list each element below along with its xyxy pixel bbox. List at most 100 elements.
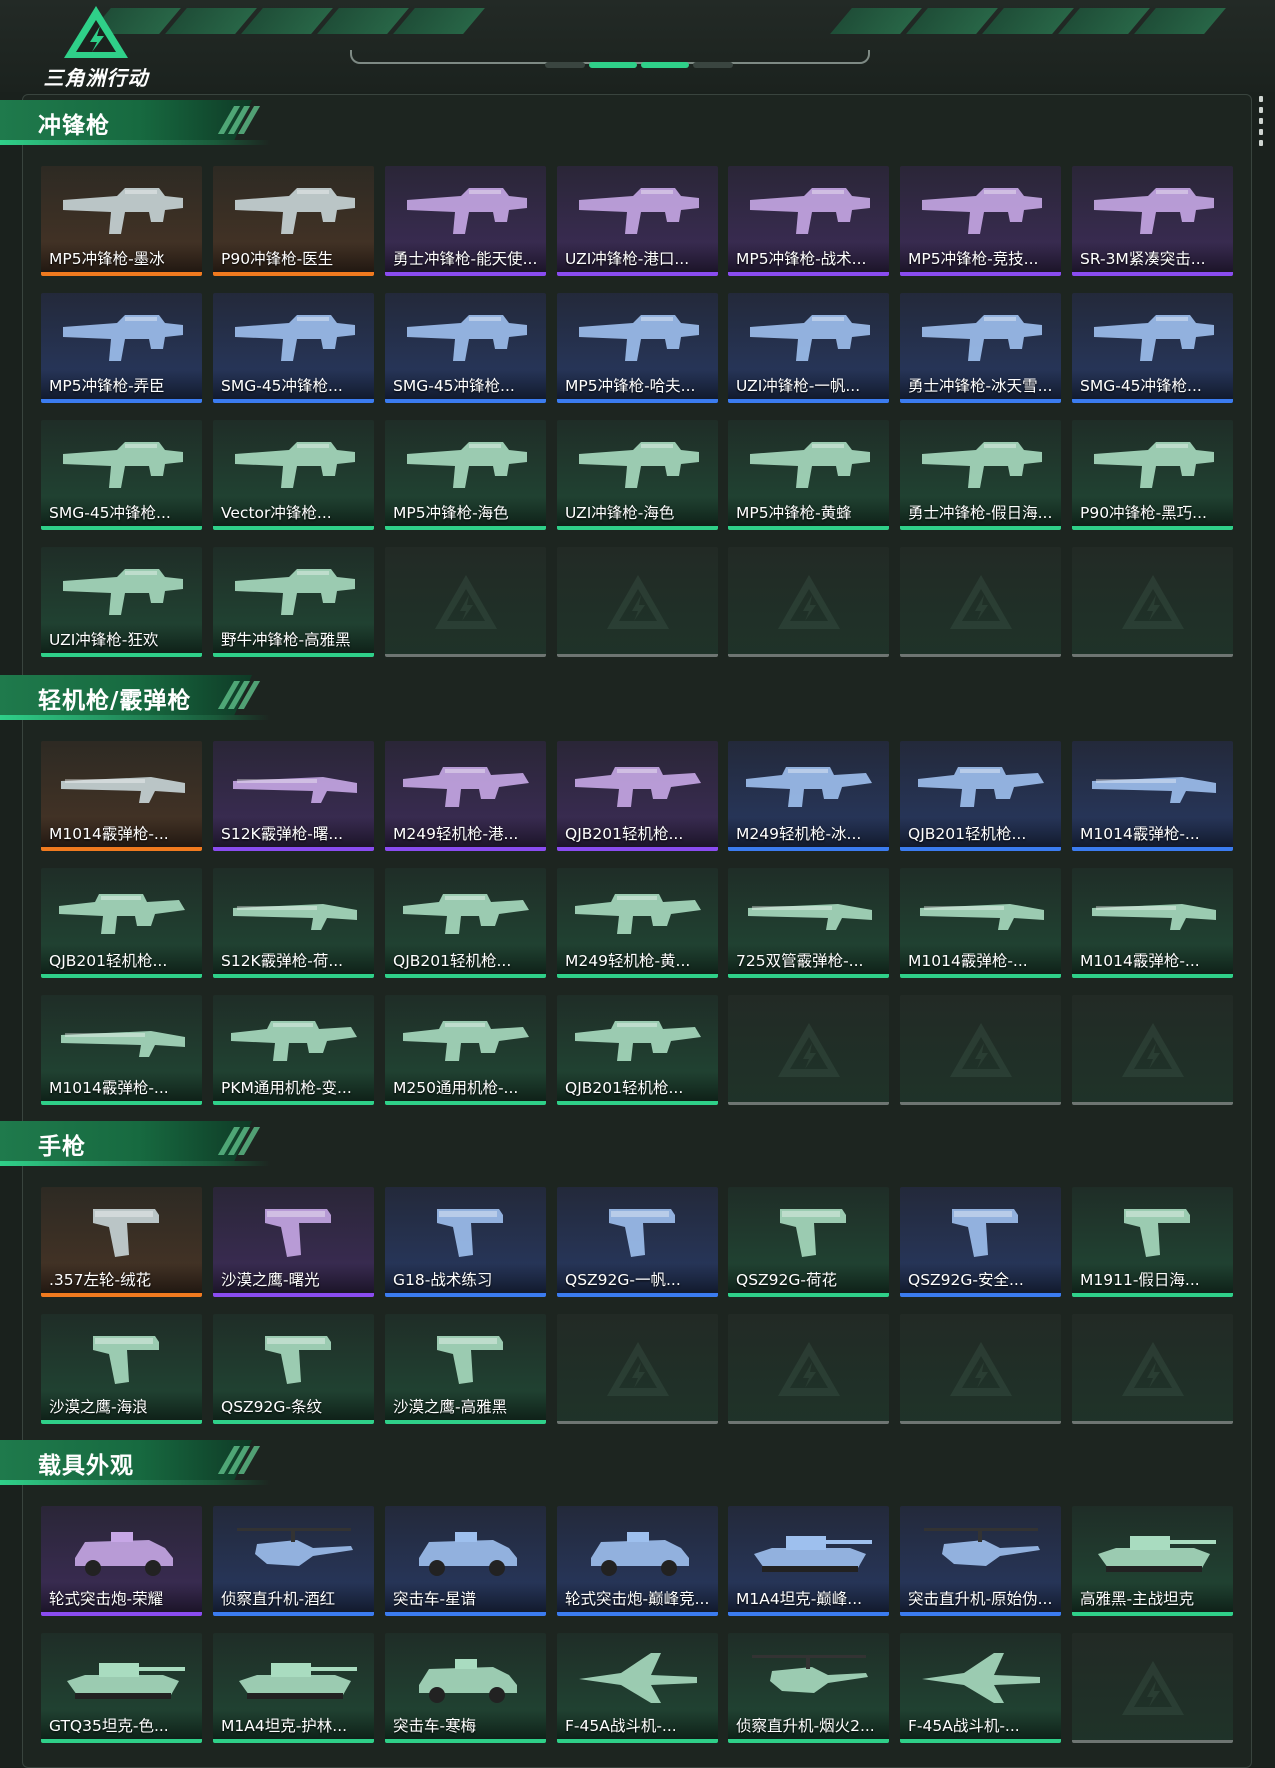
item-name: S12K霰弹枪-荷... (221, 952, 344, 970)
item-card[interactable]: 沙漠之鹰-曙光 (213, 1187, 374, 1297)
item-card[interactable]: P90冲锋枪-黑巧... (1072, 420, 1233, 530)
item-card[interactable]: F-45A战斗机-... (557, 1633, 718, 1743)
item-card[interactable]: 勇士冲锋枪-假日海... (900, 420, 1061, 530)
item-name: 高雅黑-主战坦克 (1080, 1590, 1195, 1608)
rarity-bar (1072, 974, 1233, 978)
item-name: GTQ35坦克-色... (49, 1717, 169, 1735)
item-name: M1014霰弹枪-... (908, 952, 1028, 970)
item-name: SMG-45冲锋枪... (393, 377, 515, 395)
item-card[interactable]: 沙漠之鹰-高雅黑 (385, 1314, 546, 1424)
item-card[interactable]: MP5冲锋枪-哈夫... (557, 293, 718, 403)
item-card[interactable]: M249轻机枪-港... (385, 741, 546, 851)
item-card[interactable]: QSZ92G-荷花 (728, 1187, 889, 1297)
delta-watermark-icon (434, 575, 497, 629)
item-card[interactable]: F-45A战斗机-... (900, 1633, 1061, 1743)
item-card[interactable]: QSZ92G-安全... (900, 1187, 1061, 1297)
item-card[interactable]: QSZ92G-条纹 (213, 1314, 374, 1424)
empty-slot (1072, 1314, 1233, 1424)
item-card[interactable]: 沙漠之鹰-海浪 (41, 1314, 202, 1424)
item-card[interactable]: QJB201轻机枪... (900, 741, 1061, 851)
item-card[interactable]: QJB201轻机枪... (557, 995, 718, 1105)
item-name: M249轻机枪-冰... (736, 825, 862, 843)
item-card[interactable]: 高雅黑-主战坦克 (1072, 1506, 1233, 1616)
item-card[interactable]: MP5冲锋枪-黄蜂 (728, 420, 889, 530)
item-name: S12K霰弹枪-曙... (221, 825, 344, 843)
item-card[interactable]: 侦察直升机-酒红 (213, 1506, 374, 1616)
item-card[interactable]: SR-3M紧凑突击... (1072, 166, 1233, 276)
item-card[interactable]: 突击直升机-原始伪... (900, 1506, 1061, 1616)
rarity-bar (557, 399, 718, 403)
item-card[interactable]: M250通用机枪-... (385, 995, 546, 1105)
rarity-bar (1072, 847, 1233, 851)
item-card[interactable]: M1014霰弹枪-... (1072, 868, 1233, 978)
rarity-bar (900, 1739, 1061, 1743)
item-card[interactable]: M1014霰弹枪-... (41, 741, 202, 851)
delta-watermark-icon (1121, 1023, 1184, 1077)
item-name: QJB201轻机枪... (393, 952, 512, 970)
item-card[interactable]: QJB201轻机枪... (385, 868, 546, 978)
item-card[interactable]: 勇士冲锋枪-能天使... (385, 166, 546, 276)
item-name: P90冲锋枪-医生 (221, 250, 334, 268)
item-name: MP5冲锋枪-黄蜂 (736, 504, 852, 522)
rarity-bar (213, 1739, 374, 1743)
item-card[interactable]: M1014霰弹枪-... (900, 868, 1061, 978)
item-card[interactable]: MP5冲锋枪-海色 (385, 420, 546, 530)
rarity-bar (1072, 1612, 1233, 1616)
item-card[interactable]: 侦察直升机-烟火2... (728, 1633, 889, 1743)
item-card[interactable]: QJB201轻机枪... (41, 868, 202, 978)
item-name: QJB201轻机枪... (565, 1079, 684, 1097)
item-card[interactable]: QJB201轻机枪... (557, 741, 718, 851)
item-card[interactable]: SMG-45冲锋枪... (385, 293, 546, 403)
item-name: QSZ92G-一帆... (565, 1271, 681, 1289)
item-card[interactable]: M1014霰弹枪-... (1072, 741, 1233, 851)
rarity-bar (900, 1612, 1061, 1616)
item-card[interactable]: UZI冲锋枪-海色 (557, 420, 718, 530)
rarity-bar (213, 399, 374, 403)
item-card[interactable]: M1911-假日海... (1072, 1187, 1233, 1297)
item-card[interactable]: M1A4坦克-护林... (213, 1633, 374, 1743)
item-card[interactable]: MP5冲锋枪-战术... (728, 166, 889, 276)
item-card[interactable]: 突击车-寒梅 (385, 1633, 546, 1743)
item-name: MP5冲锋枪-战术... (736, 250, 867, 268)
delta-watermark-icon (606, 1342, 669, 1396)
item-card[interactable]: GTQ35坦克-色... (41, 1633, 202, 1743)
item-card[interactable]: M1014霰弹枪-... (41, 995, 202, 1105)
item-card[interactable]: PKM通用机枪-变... (213, 995, 374, 1105)
item-card[interactable]: 725双管霰弹枪-... (728, 868, 889, 978)
item-card[interactable]: Vector冲锋枪... (213, 420, 374, 530)
item-card[interactable]: .357左轮-绒花 (41, 1187, 202, 1297)
item-card[interactable]: UZI冲锋枪-港口... (557, 166, 718, 276)
item-card[interactable]: QSZ92G-一帆... (557, 1187, 718, 1297)
item-card[interactable]: MP5冲锋枪-弄臣 (41, 293, 202, 403)
item-name: UZI冲锋枪-海色 (565, 504, 675, 522)
item-card[interactable]: UZI冲锋枪-一帆... (728, 293, 889, 403)
item-name: F-45A战斗机-... (565, 1717, 677, 1735)
item-card[interactable]: 勇士冲锋枪-冰天雪... (900, 293, 1061, 403)
item-card[interactable]: S12K霰弹枪-荷... (213, 868, 374, 978)
item-name: 沙漠之鹰-高雅黑 (393, 1398, 508, 1416)
item-card[interactable]: M249轻机枪-黄... (557, 868, 718, 978)
item-card[interactable]: 轮式突击炮-荣耀 (41, 1506, 202, 1616)
empty-slot (557, 1314, 718, 1424)
item-card[interactable]: SMG-45冲锋枪... (213, 293, 374, 403)
item-card[interactable]: G18-战术练习 (385, 1187, 546, 1297)
empty-slot (557, 547, 718, 657)
item-card[interactable]: UZI冲锋枪-狂欢 (41, 547, 202, 657)
item-card[interactable]: SMG-45冲锋枪... (1072, 293, 1233, 403)
item-card[interactable]: M249轻机枪-冰... (728, 741, 889, 851)
item-card[interactable]: M1A4坦克-巅峰... (728, 1506, 889, 1616)
item-card[interactable]: MP5冲锋枪-墨冰 (41, 166, 202, 276)
item-card[interactable]: MP5冲锋枪-竞技... (900, 166, 1061, 276)
item-card[interactable]: P90冲锋枪-医生 (213, 166, 374, 276)
item-card[interactable]: 突击车-星谱 (385, 1506, 546, 1616)
item-card[interactable]: S12K霰弹枪-曙... (213, 741, 374, 851)
item-card[interactable]: 野牛冲锋枪-高雅黑 (213, 547, 374, 657)
delta-watermark-icon (777, 1023, 840, 1077)
item-name: 勇士冲锋枪-冰天雪... (908, 377, 1053, 395)
scrollbar[interactable] (1259, 96, 1263, 151)
item-name: .357左轮-绒花 (49, 1271, 152, 1289)
item-name: PKM通用机枪-变... (221, 1079, 352, 1097)
item-card[interactable]: SMG-45冲锋枪... (41, 420, 202, 530)
item-card[interactable]: 轮式突击炮-巅峰竞... (557, 1506, 718, 1616)
item-name: QSZ92G-荷花 (736, 1271, 837, 1289)
